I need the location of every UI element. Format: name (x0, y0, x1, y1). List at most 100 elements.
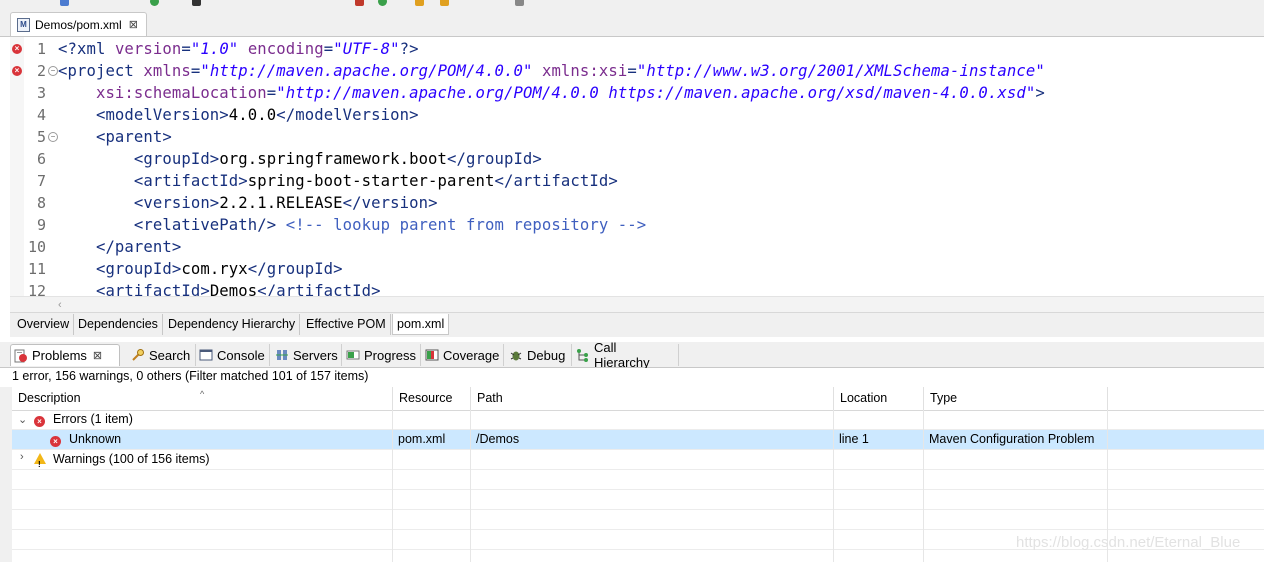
source-editor[interactable]: × × 1 2−3 4 5−6 7 8 9 10 11 12 <?xml version="1.0"… (10, 37, 1264, 296)
code-token: <artifactId> (133, 172, 248, 190)
tab-pom-xml[interactable]: pom.xml (392, 314, 450, 335)
line-number: 10 (27, 238, 46, 256)
tab-label: Call Hierarchy (594, 340, 650, 370)
code-token: ?> (399, 40, 419, 58)
code-line[interactable]: xsi:schemaLocation="http://maven.apache.… (58, 82, 1045, 104)
folder-icon[interactable] (415, 0, 424, 6)
code-token: <artifactId> (95, 282, 210, 296)
tab-problems[interactable]: Problems ⊠ (10, 344, 120, 366)
code-line[interactable]: <artifactId>Demos</artifactId> (58, 280, 381, 296)
code-line[interactable]: <version>2.2.1.RELEASE</version> (58, 192, 438, 214)
code-token: > (1035, 84, 1045, 102)
editor-tab-pom[interactable]: M Demos/pom.xml ⊠ (10, 12, 147, 36)
code-token: = (190, 62, 201, 80)
code-token: <groupId> (95, 260, 182, 278)
code-token: 2.2.1.RELEASE (219, 194, 343, 212)
xml-file-icon: M (17, 17, 30, 32)
toolbar-icon[interactable] (192, 0, 201, 6)
editor-tab-label: Demos/pom.xml (35, 17, 122, 32)
tab-debug[interactable]: Debug (506, 344, 572, 366)
code-line[interactable]: <modelVersion>4.0.0</modelVersion> (58, 104, 419, 126)
toolbar-icon[interactable] (60, 0, 69, 6)
error-icon: × (34, 410, 45, 429)
error-marker-icon[interactable]: × (12, 66, 22, 76)
column-path[interactable]: Path (471, 387, 834, 410)
tab-servers[interactable]: Servers (272, 344, 342, 366)
tab-coverage[interactable]: Coverage (422, 344, 504, 366)
sort-ascending-icon: ^ (200, 389, 205, 399)
code-token: <parent> (95, 128, 172, 146)
tab-dependency-hierarchy[interactable]: Dependency Hierarchy (164, 314, 301, 335)
table-row[interactable]: × Unknown pom.xml /Demos line 1 Maven Co… (12, 430, 1264, 450)
line-number: 4 (36, 106, 46, 124)
chevron-right-icon[interactable]: › (20, 451, 24, 463)
tab-label: Debug (527, 347, 566, 363)
fold-collapse-icon[interactable]: − (48, 132, 58, 142)
tab-label: Coverage (443, 347, 500, 363)
tab-effective-pom[interactable]: Effective POM (302, 314, 391, 335)
run-icon[interactable] (378, 0, 387, 6)
code-line[interactable]: <artifactId>spring-boot-starter-parent</… (58, 170, 618, 192)
close-icon[interactable]: ⊠ (129, 18, 138, 31)
empty-row (12, 510, 1264, 530)
line-number: 9 (36, 216, 46, 234)
call-hierarchy-icon (576, 348, 590, 362)
tab-label: Search (149, 347, 191, 363)
code-token: "UTF-8" (333, 40, 400, 58)
warnings-group-row[interactable]: › ! Warnings (100 of 156 items) (12, 450, 1264, 470)
code-line[interactable]: <relativePath/> <!-- lookup parent from … (58, 214, 646, 236)
column-description[interactable]: Description ^ (12, 387, 393, 410)
tab-dependencies[interactable]: Dependencies (74, 314, 163, 335)
code-token: "http://maven.apache.org/POM/4.0.0 https… (276, 84, 1036, 102)
run-icon[interactable] (150, 0, 159, 6)
line-number: 6 (36, 150, 46, 168)
editor-tab-bar: M Demos/pom.xml ⊠ (0, 10, 1264, 37)
code-line[interactable]: </parent> (58, 236, 181, 258)
fold-collapse-icon[interactable]: − (48, 66, 58, 76)
chevron-down-icon[interactable]: ⌄ (18, 413, 27, 426)
column-divider (923, 410, 924, 562)
code-line[interactable]: <project xmlns="http://maven.apache.org/… (58, 60, 1045, 82)
toolbar-icon[interactable] (355, 0, 364, 6)
view-tab-bar: Problems ⊠ Search Console Servers Progre… (0, 340, 1264, 370)
line-number: 11 (27, 260, 46, 278)
code-token: spring-boot-starter-parent (247, 172, 495, 190)
code-token: "http://www.w3.org/2001/XMLSchema-instan… (636, 62, 1045, 80)
error-marker-icon[interactable]: × (12, 44, 22, 54)
line-number: 2 (36, 62, 46, 80)
line-number: 1 (36, 40, 46, 58)
tab-label: Progress (364, 347, 417, 363)
column-type[interactable]: Type (924, 387, 1108, 410)
servers-icon (275, 348, 289, 362)
tab-search[interactable]: Search (128, 344, 196, 366)
column-resource[interactable]: Resource (393, 387, 471, 410)
code-token: xmlns:xsi (541, 62, 628, 80)
column-location[interactable]: Location (834, 387, 924, 410)
coverage-icon (425, 348, 439, 362)
tab-console[interactable]: Console (196, 344, 270, 366)
horizontal-scrollbar[interactable]: ‹ (10, 296, 1264, 313)
tab-progress[interactable]: Progress (343, 344, 421, 366)
code-token: org.springframework.boot (219, 150, 448, 168)
progress-icon (346, 348, 360, 362)
problem-description: Unknown (69, 432, 122, 446)
code-line[interactable]: <groupId>com.ryx</groupId> (58, 258, 343, 280)
code-line[interactable]: <groupId>org.springframework.boot</group… (58, 148, 542, 170)
main-toolbar (0, 0, 1264, 10)
folder-icon[interactable] (440, 0, 449, 6)
toolbar-icon[interactable] (515, 0, 524, 6)
column-divider (392, 410, 393, 562)
tab-overview[interactable]: Overview (13, 314, 75, 335)
column-divider (470, 410, 471, 562)
tab-call-hierarchy[interactable]: Call Hierarchy (573, 340, 679, 370)
line-number-gutter: 1 2−3 4 5−6 7 8 9 10 11 12 (24, 37, 58, 296)
code-token: encoding (247, 40, 324, 58)
code-line[interactable]: <parent> (58, 126, 172, 148)
scroll-left-icon[interactable]: ‹ (58, 297, 62, 313)
code-line[interactable]: <?xml version="1.0" encoding="UTF-8"?> (58, 38, 419, 60)
close-icon[interactable]: ⊠ (93, 349, 102, 362)
code-token: <project (58, 62, 144, 80)
code-token: xmlns (143, 62, 191, 80)
errors-group-row[interactable]: ⌄ × Errors (1 item) (12, 410, 1264, 430)
